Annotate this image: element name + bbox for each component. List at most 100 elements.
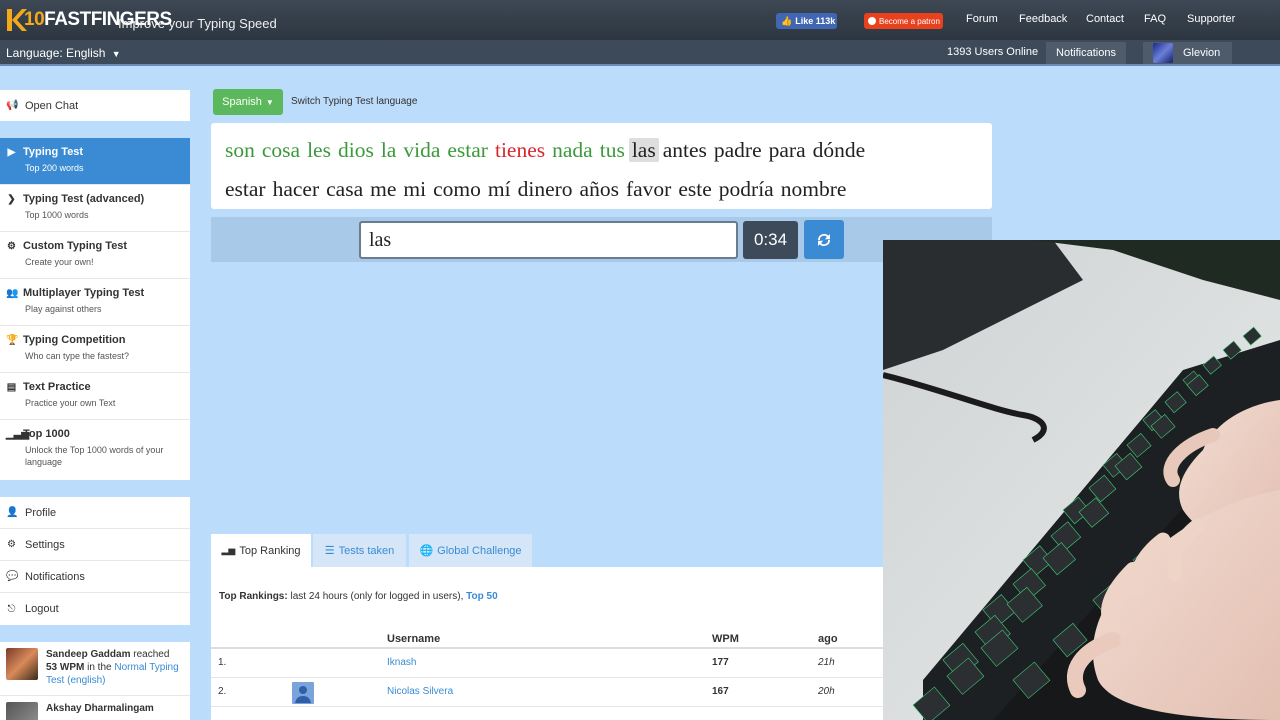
logout-icon: ⎋: [7, 603, 16, 615]
default-user-icon: [295, 686, 311, 703]
sidebar-item-notifications[interactable]: 💬 Notifications: [0, 561, 190, 593]
rank-username[interactable]: Nicolas Silvera: [387, 686, 453, 697]
nav-feedback[interactable]: Feedback: [1019, 13, 1067, 25]
sidebar-item-logout[interactable]: ⎋ Logout: [0, 593, 190, 625]
caret-down-icon: ▼: [265, 97, 274, 107]
rank-wpm: 177: [712, 657, 729, 668]
webcam-overlay: [883, 240, 1280, 720]
rankings-table-header: Username WPM ago: [211, 625, 883, 649]
patreon-icon: [868, 17, 876, 25]
rank-ago: 21h: [818, 657, 835, 668]
word: mí: [487, 176, 511, 201]
current-word: las: [628, 138, 659, 162]
feed-user[interactable]: Sandeep Gaddam: [46, 649, 130, 660]
col-wpm: WPM: [712, 633, 739, 645]
rank-number: 1.: [218, 657, 227, 668]
open-chat-button[interactable]: 📢 Open Chat: [0, 90, 190, 121]
user-avatar: [1153, 43, 1173, 63]
nav-contact[interactable]: Contact: [1086, 13, 1124, 25]
word: dónde: [812, 138, 866, 162]
bullhorn-icon: 📢: [6, 100, 19, 111]
sidebar-item-profile[interactable]: 👤 Profile: [0, 497, 190, 529]
chevron-right-icon: ❯: [7, 193, 16, 205]
cogs-icon: ⚙: [7, 240, 16, 252]
gear-icon: ⚙: [7, 539, 16, 550]
sidebar-item-typing-test[interactable]: ▶ Typing Test Top 200 words: [0, 138, 190, 185]
comment-icon: 💬: [6, 571, 19, 582]
feed-item: Sandeep Gaddam reached 53 WPM in the Nor…: [0, 642, 190, 696]
rank-ago: 20h: [818, 686, 835, 697]
rankings-panel: Top Rankings: last 24 hours (only for lo…: [211, 567, 883, 720]
sidebar-item-settings[interactable]: ⚙ Settings: [0, 529, 190, 561]
feed-user[interactable]: Akshay Dharmalingam: [46, 703, 154, 714]
word: dios: [337, 138, 374, 162]
user-avatar: [292, 682, 314, 704]
language-dropdown-button[interactable]: Spanish ▼: [213, 89, 283, 115]
user-menu[interactable]: Glevion: [1143, 42, 1232, 64]
rank-wpm: 167: [712, 686, 729, 697]
sidebar-item-typing-test-advanced[interactable]: ❯ Typing Test (advanced) Top 1000 words: [0, 185, 190, 232]
word: casa: [326, 176, 364, 201]
language-selector[interactable]: Language: English ▼: [6, 46, 121, 60]
word: dinero: [517, 176, 573, 201]
list-icon: ☰: [324, 545, 335, 557]
facebook-like-button[interactable]: 👍 Like 113k: [776, 13, 837, 29]
users-icon: 👥: [6, 287, 19, 299]
globe-icon: 🌐: [419, 545, 434, 557]
tab-global-challenge[interactable]: 🌐 Global Challenge: [409, 534, 532, 567]
word: tienes: [494, 138, 546, 162]
top-50-link[interactable]: Top 50: [466, 591, 497, 602]
word: estar: [225, 176, 266, 201]
trophy-icon: 🏆: [6, 334, 19, 346]
switch-language-label: Switch Typing Test language: [291, 96, 418, 107]
username: Glevion: [1183, 47, 1221, 59]
sidebar-item-multiplayer[interactable]: 👥 Multiplayer Typing Test Play against ot…: [0, 279, 190, 326]
table-row: 1. Iknash 177 21h: [211, 649, 883, 678]
top-navbar: 10FASTFINGERS Improve your Typing Speed …: [0, 0, 1280, 40]
word: me: [370, 176, 397, 201]
word-display: son cosa les dios la vida estar tienes nada tus la…: [211, 123, 992, 209]
restart-button[interactable]: [804, 220, 844, 259]
word: vida: [403, 138, 441, 162]
tab-top-ranking[interactable]: ▂▅ Top Ranking: [211, 534, 311, 567]
typing-input[interactable]: [359, 221, 738, 259]
sidebar-item-custom-typing-test[interactable]: ⚙ Custom Typing Test Create your own!: [0, 232, 190, 279]
sidebar-item-competition[interactable]: 🏆 Typing Competition Who can type the fas…: [0, 326, 190, 373]
tab-tests-taken[interactable]: ☰ Tests taken: [313, 534, 406, 567]
word: la: [380, 138, 397, 162]
sidebar-item-top-1000[interactable]: ▁▃▅ Top 1000 Unlock the Top 1000 words of…: [0, 420, 190, 479]
word: son: [225, 138, 255, 162]
word: como: [433, 176, 481, 201]
refresh-icon: [818, 233, 830, 246]
nav-faq[interactable]: FAQ: [1144, 13, 1166, 25]
chevron-down-icon: ▼: [111, 49, 121, 59]
feed-item: Akshay Dharmalingam: [0, 696, 190, 720]
feed-avatar: [6, 648, 38, 680]
nav-forum[interactable]: Forum: [966, 13, 998, 25]
table-row: 2. Nicolas Silvera 167 20h: [211, 678, 883, 707]
signal-icon: ▁▃▅: [6, 428, 30, 440]
patreon-button[interactable]: Become a patron: [864, 13, 943, 29]
file-icon: ▤: [6, 381, 17, 393]
keyboard-video-image: [883, 240, 1280, 720]
activity-feed: Sandeep Gaddam reached 53 WPM in the Nor…: [0, 642, 190, 720]
notifications-button[interactable]: Notifications: [1046, 42, 1126, 64]
word: cosa: [261, 138, 301, 162]
col-username: Username: [387, 633, 441, 645]
rankings-title: Top Rankings: last 24 hours (only for lo…: [219, 591, 498, 602]
countdown-timer: 0:34: [743, 221, 798, 259]
rank-username[interactable]: Iknash: [387, 657, 416, 668]
play-icon: ▶: [7, 146, 16, 158]
rank-number: 2.: [218, 686, 227, 697]
word: estar: [447, 138, 488, 162]
nav-supporter[interactable]: Supporter: [1187, 13, 1235, 25]
sidebar-item-text-practice[interactable]: ▤ Text Practice Practice your own Text: [0, 373, 190, 420]
account-menu: 👤 Profile ⚙ Settings 💬 Notifications ⎋ Logou…: [0, 497, 190, 625]
word: para: [768, 138, 806, 162]
words-line-2: estar hacer casa me mi como mí dinero años favor e…: [225, 170, 992, 209]
site-tagline: Improve your Typing Speed: [118, 16, 277, 31]
words-line-1: son cosa les dios la vida estar tienes nada tus la…: [225, 131, 992, 170]
word: podría: [718, 176, 774, 201]
word: favor: [625, 176, 672, 201]
word: padre: [713, 138, 762, 162]
